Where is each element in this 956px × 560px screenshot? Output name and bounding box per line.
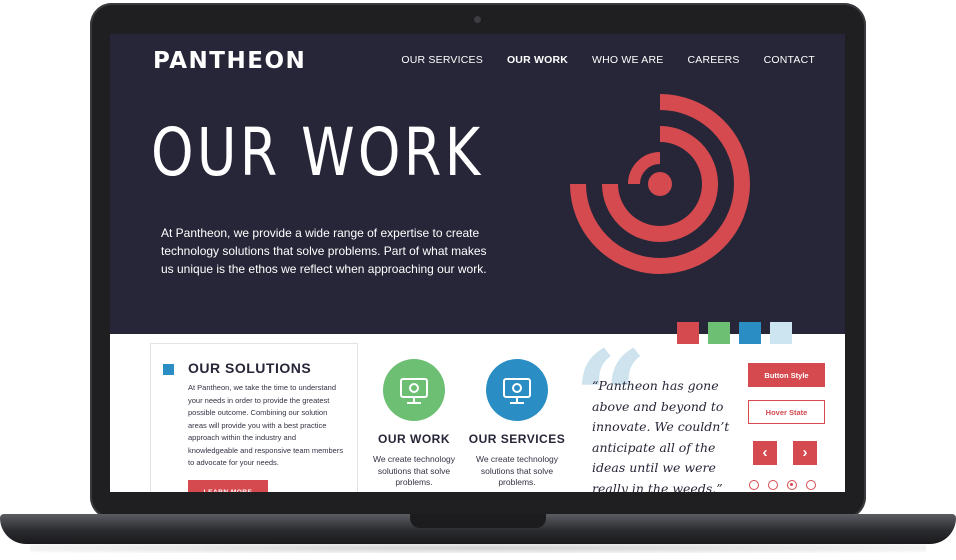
next-arrow-button[interactable]: › <box>793 441 817 465</box>
carousel-dot[interactable] <box>806 480 816 490</box>
carousel-dot[interactable] <box>749 480 759 490</box>
hero-section: PANTHEON OUR SERVICES OUR WORK WHO WE AR… <box>110 34 845 334</box>
website-screen: PANTHEON OUR SERVICES OUR WORK WHO WE AR… <box>110 34 845 492</box>
spiral-graphic-icon <box>570 94 750 274</box>
page-title: OUR WORK <box>151 114 484 191</box>
nav-careers[interactable]: CAREERS <box>687 54 739 66</box>
button-style-button[interactable]: Button Style <box>748 363 825 387</box>
laptop-shadow <box>30 543 926 553</box>
hero-description: At Pantheon, we provide a wide range of … <box>161 226 487 276</box>
laptop-notch <box>410 514 546 528</box>
testimonial-quote: “Pantheon has gone above and beyond to i… <box>592 378 730 492</box>
carousel-dot-active[interactable] <box>787 480 797 490</box>
logo[interactable]: PANTHEON <box>153 48 306 74</box>
green-square <box>708 322 730 344</box>
red-square <box>677 322 699 344</box>
feature-text: We create technology solutions that solv… <box>372 454 456 487</box>
feature-title: OUR SERVICES <box>468 432 566 446</box>
prev-arrow-button[interactable]: ‹ <box>753 441 777 465</box>
nav-our-services[interactable]: OUR SERVICES <box>401 54 483 66</box>
learn-more-button[interactable]: LEARN MORE <box>188 480 268 492</box>
hover-state-button[interactable]: Hover State <box>748 400 825 424</box>
feature-our-work[interactable]: OUR WORK We create technology solutions … <box>359 359 469 489</box>
solutions-text: At Pantheon, we take the time to underst… <box>188 383 344 467</box>
nav-who-we-are[interactable]: WHO WE ARE <box>592 54 663 66</box>
feature-title: OUR WORK <box>378 432 450 446</box>
solutions-title: OUR SOLUTIONS <box>188 360 312 376</box>
carousel-dot[interactable] <box>768 480 778 490</box>
square-bullet-icon <box>163 364 174 375</box>
camera-icon <box>474 16 481 23</box>
feature-our-services[interactable]: OUR SERVICES We create technology soluti… <box>462 359 572 489</box>
feature-text: We create technology solutions that solv… <box>475 454 559 487</box>
light-blue-square <box>770 322 792 344</box>
carousel-dots <box>749 480 816 490</box>
monitor-gear-icon <box>486 359 548 421</box>
monitor-gear-icon <box>383 359 445 421</box>
nav-our-work[interactable]: OUR WORK <box>507 54 568 66</box>
solutions-card: OUR SOLUTIONS At Pantheon, we take the t… <box>150 343 358 492</box>
color-squares <box>677 322 801 344</box>
nav-contact[interactable]: CONTACT <box>764 54 815 66</box>
blue-square <box>739 322 761 344</box>
main-nav: OUR SERVICES OUR WORK WHO WE ARE CAREERS… <box>401 54 815 66</box>
